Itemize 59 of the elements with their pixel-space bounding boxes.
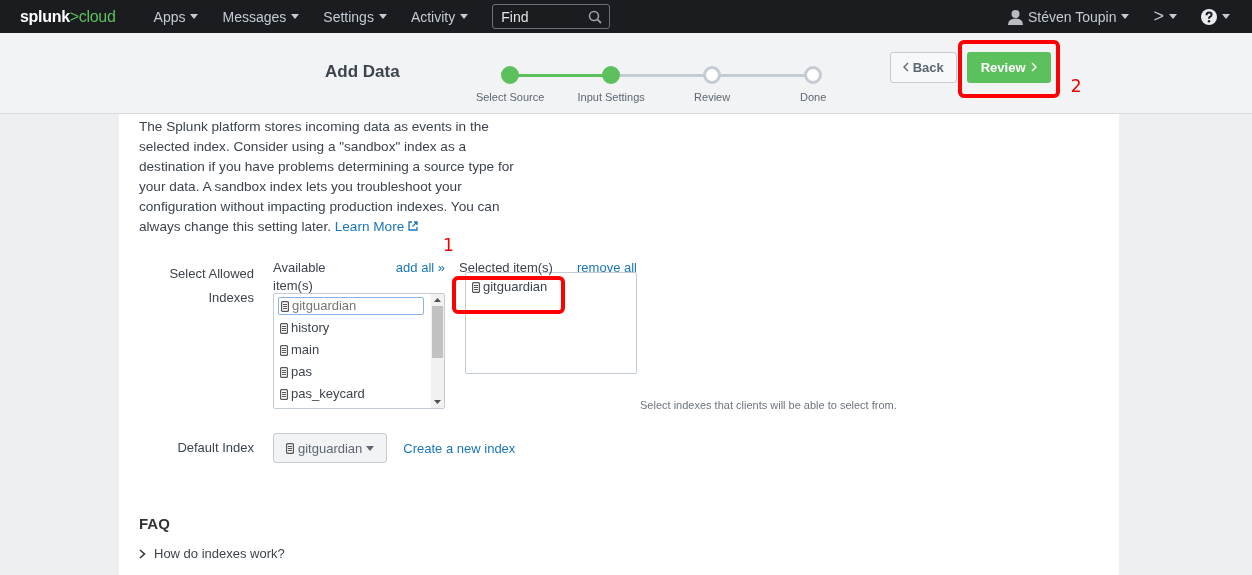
- back-button[interactable]: Back: [889, 51, 957, 83]
- annotation-number: 1: [443, 235, 454, 255]
- list-item[interactable]: main: [278, 339, 429, 361]
- external-link-icon: [408, 221, 418, 231]
- index-icon: [280, 388, 288, 400]
- search-icon: [588, 10, 603, 24]
- caret-icon: [190, 14, 199, 19]
- help-text: Select indexes that clients will be able to select from.: [640, 399, 898, 411]
- caret-icon: [1222, 14, 1230, 19]
- scroll-down-icon: [434, 400, 441, 404]
- chevron-right-icon: [1030, 62, 1037, 72]
- list-item[interactable]: pas: [278, 361, 429, 383]
- annotation-number: 2: [1070, 75, 1082, 96]
- step-label: Review: [694, 90, 731, 103]
- learn-more-link[interactable]: Learn More: [334, 219, 418, 234]
- caret-icon: [291, 14, 300, 19]
- page-title: Add Data: [325, 62, 400, 82]
- search-field[interactable]: Find: [492, 4, 611, 29]
- create-index-link[interactable]: Create a new index: [403, 440, 516, 456]
- list-heading: Available item(s): [273, 259, 327, 295]
- field-label: Select Allowed Indexes: [168, 265, 254, 307]
- chevron-icon: [139, 548, 146, 559]
- help-icon: [1201, 8, 1217, 25]
- scrollbar[interactable]: [431, 294, 444, 408]
- index-icon: [472, 281, 480, 293]
- faq-item[interactable]: How do indexes work?: [139, 546, 285, 561]
- caret-icon: [1169, 14, 1177, 19]
- nav-menu[interactable]: Settings: [311, 8, 399, 25]
- chevron-left-icon: [902, 62, 909, 72]
- search-bar-menu[interactable]: >: [1141, 6, 1189, 27]
- logo[interactable]: splunk>cloud: [20, 7, 116, 26]
- field-label: Default Index: [176, 439, 254, 457]
- default-index-dropdown[interactable]: gitguardian: [273, 433, 388, 463]
- index-icon: [280, 366, 288, 378]
- user-menu[interactable]: Stéven Toupin: [996, 8, 1142, 25]
- scroll-up-icon: [434, 298, 441, 302]
- nav-menu[interactable]: Apps: [141, 8, 211, 25]
- add-all-link[interactable]: add all »: [395, 259, 445, 277]
- nav-menu[interactable]: Activity: [398, 8, 481, 25]
- nav-menu[interactable]: Messages: [210, 8, 312, 25]
- list-item[interactable]: gitguardian: [470, 276, 632, 298]
- step-label: Input Settings: [577, 90, 645, 103]
- caret-icon: [366, 445, 375, 451]
- faq-heading: FAQ: [139, 515, 171, 532]
- caret-icon: [378, 14, 387, 19]
- user-icon: [1008, 8, 1023, 25]
- intro-paragraph: The Splunk platform stores incoming data as events in the selected index. Consider using a "sandbox" index as a destination if you have problems determining a source type for your data. A sandbox index lets you troubleshoot your configuration without impacting production indexes. You can always change this setting later. Learn More: [139, 118, 515, 236]
- index-icon: [286, 442, 294, 454]
- step-label: Select Source: [475, 90, 545, 103]
- available-list[interactable]: gitguardian history main pas pas_keycard: [273, 293, 445, 409]
- list-item[interactable]: history: [278, 317, 429, 339]
- list-item[interactable]: pas_keycard: [278, 383, 429, 405]
- index-icon: [280, 344, 288, 356]
- caret-icon: [1121, 14, 1130, 19]
- step-label: Done: [799, 90, 827, 103]
- index-icon: [280, 322, 288, 334]
- list-item[interactable]: gitguardian: [278, 297, 424, 315]
- caret-icon: [460, 14, 469, 19]
- index-icon: [281, 300, 289, 312]
